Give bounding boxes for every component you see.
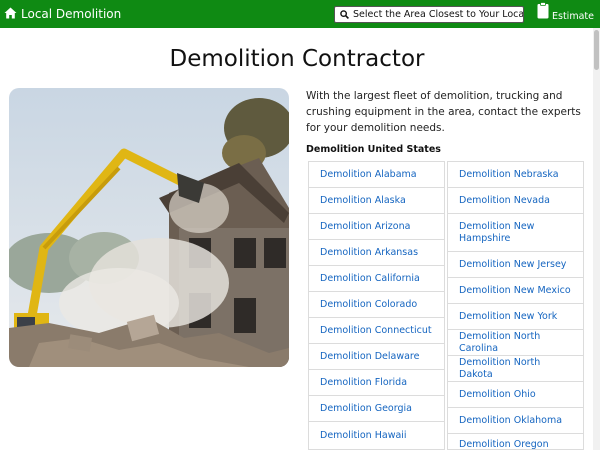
brand-link[interactable]: Local Demolition bbox=[4, 6, 121, 22]
top-navbar: Local Demolition Select the Area Closest… bbox=[0, 0, 600, 28]
location-dropdown-button[interactable]: Select the Area Closest to Your Location bbox=[334, 6, 524, 23]
state-link[interactable]: Demolition Arizona bbox=[308, 213, 445, 240]
scrollbar-thumb[interactable] bbox=[594, 30, 599, 70]
state-link[interactable]: Demolition North Dakota bbox=[447, 355, 584, 382]
section-heading: Demolition United States bbox=[306, 144, 441, 155]
search-icon bbox=[340, 10, 349, 19]
state-link[interactable]: Demolition Arkansas bbox=[308, 239, 445, 266]
state-link[interactable]: Demolition North Carolina bbox=[447, 329, 584, 356]
demolition-photo bbox=[9, 88, 289, 367]
state-link[interactable]: Demolition Delaware bbox=[308, 343, 445, 370]
state-link[interactable]: Demolition Ohio bbox=[447, 381, 584, 408]
state-links-grid: Demolition Alabama Demolition Alaska Dem… bbox=[308, 161, 584, 450]
state-link[interactable]: Demolition California bbox=[308, 265, 445, 292]
clipboard-icon bbox=[537, 2, 549, 22]
state-link[interactable]: Demolition Connecticut bbox=[308, 317, 445, 344]
state-link[interactable]: Demolition Georgia bbox=[308, 395, 445, 422]
state-link[interactable]: Demolition Oklahoma bbox=[447, 407, 584, 434]
intro-text: With the largest fleet of demolition, tr… bbox=[306, 90, 581, 134]
state-link[interactable]: Demolition New Hampshire bbox=[447, 213, 584, 252]
location-dropdown-label: Select the Area Closest to Your Location bbox=[353, 9, 524, 20]
page-scrollbar[interactable] bbox=[593, 28, 600, 450]
state-link[interactable]: Demolition New Mexico bbox=[447, 277, 584, 304]
page-title: Demolition Contractor bbox=[169, 46, 425, 72]
estimate-link[interactable]: Estimate bbox=[537, 2, 594, 23]
state-link[interactable]: Demolition Hawaii bbox=[308, 421, 445, 450]
brand-label: Local Demolition bbox=[21, 7, 122, 21]
state-link[interactable]: Demolition Alaska bbox=[308, 187, 445, 214]
state-link[interactable]: Demolition New Jersey bbox=[447, 251, 584, 278]
state-link[interactable]: Demolition Oregon bbox=[447, 433, 584, 450]
state-link[interactable]: Demolition Nebraska bbox=[447, 161, 584, 188]
state-link[interactable]: Demolition New York bbox=[447, 303, 584, 330]
state-link[interactable]: Demolition Alabama bbox=[308, 161, 445, 188]
state-link[interactable]: Demolition Florida bbox=[308, 369, 445, 396]
state-link[interactable]: Demolition Colorado bbox=[308, 291, 445, 318]
state-link[interactable]: Demolition Nevada bbox=[447, 187, 584, 214]
home-icon bbox=[4, 7, 21, 22]
estimate-label: Estimate bbox=[552, 11, 594, 22]
